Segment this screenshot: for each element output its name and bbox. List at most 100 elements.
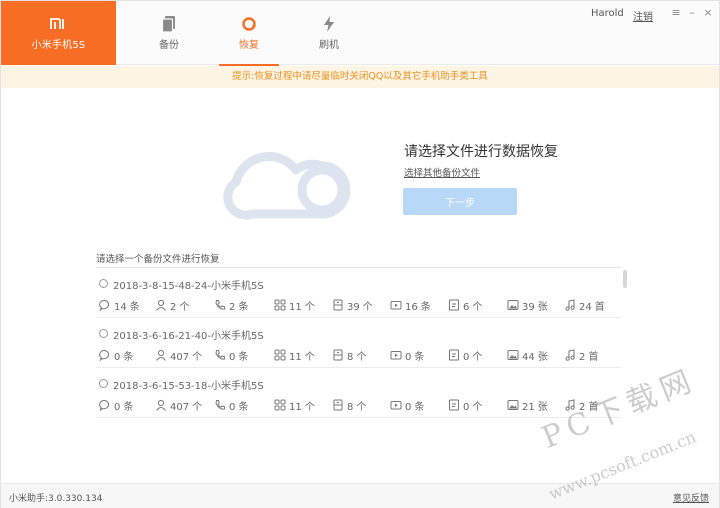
- stat-value: 2个: [170, 298, 189, 313]
- backup-row[interactable]: 2018-3-8-15-48-24-小米手机5S 14 条 2 个 2 条 11 个 39 个 16…: [96, 268, 621, 318]
- hero-title: 请选择文件进行数据恢复: [404, 144, 558, 160]
- stat-unit: 条: [238, 352, 249, 363]
- stat-number: 2: [579, 352, 586, 363]
- stat-unit: 条: [414, 352, 425, 363]
- choose-other-backup-link[interactable]: 选择其他备份文件: [404, 165, 480, 179]
- stat-unit: 个: [472, 402, 483, 413]
- storage-icon: [333, 399, 343, 411]
- stat-value: 11 个: [289, 348, 315, 363]
- next-step-button[interactable]: 下一步: [403, 188, 517, 215]
- tab-backup[interactable]: 备份: [139, 1, 199, 65]
- stat-unit: 条: [123, 402, 134, 413]
- backup-name: 2018-3-6-16-21-40-小米手机5S: [113, 331, 264, 342]
- stat-unit: 个: [192, 402, 203, 413]
- stat-value: 0条: [405, 398, 424, 413]
- note-icon: [449, 349, 459, 361]
- message-icon: [99, 299, 110, 311]
- stat-number: 2: [170, 302, 177, 313]
- stat-value: 6个: [463, 298, 482, 313]
- stat-number: 2: [229, 302, 236, 313]
- contact-icon: [156, 399, 166, 411]
- minimize-button[interactable]: –: [685, 6, 699, 20]
- stat-unit: 个: [304, 302, 315, 313]
- tab-label: 恢复: [239, 40, 259, 51]
- top-bar: 小米手机5S 备份 恢复 刷机 Harold 注销 ≡ – ×: [1, 1, 719, 66]
- phone-icon: [215, 400, 225, 410]
- apps-icon: [274, 299, 286, 311]
- version-text: 小米助手:3.0.330.134: [9, 494, 103, 504]
- stat-number: 39: [347, 302, 360, 313]
- stat-unit: 张: [537, 302, 548, 313]
- backup-row[interactable]: 2018-3-6-16-21-40-小米手机5S 0 条 407 个 0 条 11 个 8 个 0 条…: [96, 318, 621, 368]
- music-icon: [565, 299, 575, 311]
- stat-number: 44: [522, 352, 535, 363]
- stat-number: 11: [289, 302, 302, 313]
- close-button[interactable]: ×: [701, 6, 715, 20]
- stat-value: 14 条: [114, 298, 140, 313]
- stat-unit: 个: [179, 302, 190, 313]
- stat-number: 0: [405, 352, 412, 363]
- list-scrollbar[interactable]: [623, 270, 627, 288]
- backup-row[interactable]: 2018-3-6-15-53-18-小米手机5S 0 条 407 个 0 条 11 个 8 个 0 条…: [96, 368, 621, 418]
- stat-value: 24 首: [579, 298, 605, 313]
- stat-value: 2条: [229, 298, 248, 313]
- stat-value: 11 个: [289, 298, 315, 313]
- contact-icon: [156, 299, 166, 311]
- stat-number: 0: [463, 402, 470, 413]
- flash-icon: [324, 16, 334, 32]
- stat-unit: 个: [362, 302, 373, 313]
- stat-number: 0: [405, 402, 412, 413]
- radio-button[interactable]: [99, 329, 108, 338]
- stat-unit: 个: [356, 352, 367, 363]
- stat-value: 407 个: [170, 348, 202, 363]
- stat-number: 6: [463, 302, 470, 313]
- stat-number: 24: [579, 302, 592, 313]
- stat-value: 0个: [463, 348, 482, 363]
- stat-value: 11 个: [289, 398, 315, 413]
- backup-list: 2018-3-8-15-48-24-小米手机5S 14 条 2 个 2 条 11 个 39 个 16…: [96, 267, 621, 418]
- stat-number: 407: [170, 402, 190, 413]
- apps-icon: [274, 399, 286, 411]
- copy-icon: [161, 16, 175, 33]
- storage-icon: [333, 349, 343, 361]
- brand-block: 小米手机5S: [1, 1, 116, 65]
- stat-unit: 个: [304, 402, 315, 413]
- stat-number: 14: [114, 302, 127, 313]
- stat-value: 8个: [347, 398, 366, 413]
- stat-value: 44 张: [522, 348, 548, 363]
- stat-unit: 个: [472, 302, 483, 313]
- cloud-icon: [223, 152, 350, 220]
- radio-button[interactable]: [99, 279, 108, 288]
- stat-number: 8: [347, 352, 354, 363]
- storage-icon: [333, 299, 343, 311]
- feedback-link[interactable]: 意见反馈: [673, 491, 709, 504]
- stat-value: 2首: [579, 348, 598, 363]
- stat-value: 39 个: [347, 298, 373, 313]
- contact-icon: [156, 349, 166, 361]
- tab-label: 刷机: [319, 40, 339, 51]
- mi-logo-icon: [50, 18, 64, 29]
- device-name: 小米手机5S: [31, 40, 86, 51]
- stat-number: 8: [347, 402, 354, 413]
- list-title: 请选择一个备份文件进行恢复: [96, 254, 220, 265]
- radio-button[interactable]: [99, 379, 108, 388]
- stat-unit: 条: [414, 402, 425, 413]
- video-icon: [390, 401, 402, 410]
- tab-restore[interactable]: 恢复: [219, 1, 279, 66]
- status-bar: 小米助手:3.0.330.134 意见反馈: [1, 483, 719, 508]
- note-icon: [449, 399, 459, 411]
- stat-number: 0: [229, 352, 236, 363]
- stat-unit: 条: [238, 402, 249, 413]
- stat-number: 0: [229, 402, 236, 413]
- phone-icon: [215, 300, 225, 310]
- stat-unit: 条: [238, 302, 249, 313]
- stat-unit: 条: [123, 352, 134, 363]
- stat-unit: 条: [420, 302, 431, 313]
- stat-value: 39 张: [522, 298, 548, 313]
- image-icon: [507, 400, 519, 410]
- stat-value: 8个: [347, 348, 366, 363]
- tab-flash[interactable]: 刷机: [299, 1, 359, 65]
- stat-number: 0: [114, 352, 121, 363]
- logout-link[interactable]: 注销: [633, 8, 653, 23]
- menu-button[interactable]: ≡: [669, 6, 683, 20]
